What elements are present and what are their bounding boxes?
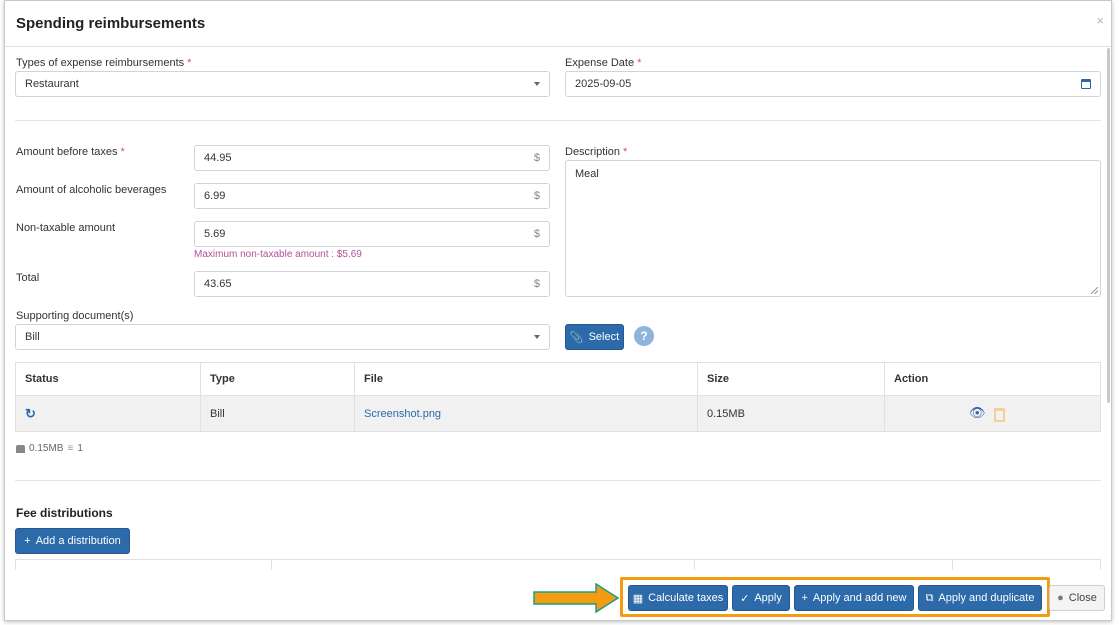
copy-icon: ⧉ [925,591,934,604]
document-type-select[interactable]: Bill [15,324,550,350]
calculator-icon: ▦ [632,592,644,605]
nontax-label: Non-taxable amount [16,222,116,234]
type-label-text: Types of expense reimbursements [16,57,185,69]
calculate-taxes-button[interactable]: ▦ Calculate taxes [628,585,728,611]
select-file-button[interactable]: 📎 Select [565,324,624,350]
plus-icon: + [801,592,808,604]
plus-icon: + [24,535,31,547]
dialog-header: Spending reimbursements × [5,1,1111,47]
status-cell: ↻ [15,395,201,432]
select-button-label: Select [588,331,620,343]
table-border [694,560,695,570]
required-mark: * [623,146,628,158]
distributions-table [15,559,1101,570]
add-distribution-button[interactable]: + Add a distribution [15,528,130,554]
files-icon: ≡ [67,443,74,454]
expense-type-value: Restaurant [25,78,79,90]
table-border [952,560,953,570]
amount-label: Amount before taxes * [16,146,125,158]
close-icon[interactable]: × [1096,13,1104,28]
apply-label: Apply [754,592,782,604]
calendar-icon[interactable] [1081,79,1091,89]
column-header-size: Size [697,362,885,396]
table-border [1100,560,1101,570]
amount-label-text: Amount before taxes [16,146,118,158]
column-header-action: Action [884,362,1101,396]
fee-distributions-title: Fee distributions [16,506,113,520]
column-header-type: Type [200,362,355,396]
add-distribution-label: Add a distribution [35,535,121,547]
type-label: Types of expense reimbursements * [16,57,191,69]
eye-icon[interactable]: 👁 [969,405,986,420]
trash-icon[interactable] [993,407,1005,422]
alcohol-value: 6.99 [204,190,226,202]
divider [15,480,1101,481]
table-border [271,560,272,570]
file-count: 1 [77,443,83,454]
column-header-status: Status [15,362,201,396]
paperclip-icon: 📎 [569,331,584,344]
help-icon[interactable]: ? [634,326,654,346]
doc-label: Supporting document(s) [16,310,134,322]
check-icon: ✓ [740,592,750,605]
table-border [15,560,16,570]
scrollbar[interactable] [1107,48,1110,403]
divider [15,120,1101,121]
dollar-icon: $ [533,228,540,240]
description-textarea[interactable]: Meal [565,160,1101,297]
expense-date-value: 2025-09-05 [575,78,632,90]
resize-handle-icon[interactable] [1091,287,1098,294]
type-cell: Bill [200,395,355,432]
weight-icon [16,444,25,453]
dollar-icon: $ [533,278,540,290]
document-stats: 0.15MB ≡ 1 [16,443,83,454]
amount-value: 44.95 [204,152,232,164]
expense-date-input[interactable]: 2025-09-05 [565,71,1101,97]
file-link[interactable]: Screenshot.png [364,408,441,420]
apply-add-new-label: Apply and add new [812,592,907,604]
date-label-text: Expense Date [565,57,635,69]
column-header-file: File [354,362,698,396]
chevron-down-icon [534,82,540,86]
description-label-text: Description [565,146,621,158]
required-mark: * [187,57,192,69]
close-circle-icon: ● [1057,592,1064,604]
close-button[interactable]: ● Close [1049,585,1105,611]
dialog-title: Spending reimbursements [16,15,206,32]
reimbursement-dialog: Spending reimbursements × Types of expen… [4,0,1112,621]
calculate-taxes-label: Calculate taxes [648,592,724,604]
expense-type-select[interactable]: Restaurant [15,71,550,97]
close-label: Close [1068,592,1097,604]
non-taxable-amount-input[interactable]: 5.69 $ [194,221,550,247]
nontax-hint: Maximum non-taxable amount : $5.69 [194,249,362,260]
documents-table: Status Type File Size Action ↻ Bill Scre… [15,362,1101,432]
apply-duplicate-label: Apply and duplicate [938,592,1035,604]
total-label: Total [16,272,40,284]
description-value: Meal [575,168,599,180]
apply-and-add-new-button[interactable]: + Apply and add new [794,585,914,611]
required-mark: * [637,57,642,69]
table-row: ↻ Bill Screenshot.png 0.15MB 👁 [15,395,1101,432]
alcohol-amount-input[interactable]: 6.99 $ [194,183,550,209]
total-value: 43.65 [204,278,232,290]
total-size: 0.15MB [29,443,64,454]
action-cell: 👁 [884,395,1101,432]
alcohol-label: Amount of alcoholic beverages [16,184,167,196]
size-cell: 0.15MB [697,395,885,432]
required-mark: * [120,146,125,158]
dollar-icon: $ [533,152,540,164]
dollar-icon: $ [533,190,540,202]
amount-before-taxes-input[interactable]: 44.95 $ [194,145,550,171]
date-label: Expense Date * [565,57,641,69]
chevron-down-icon [534,335,540,339]
description-label: Description * [565,146,627,158]
nontax-value: 5.69 [204,228,226,240]
apply-and-duplicate-button[interactable]: ⧉ Apply and duplicate [918,585,1042,611]
arrow-right-icon [533,583,619,613]
document-type-value: Bill [25,331,40,343]
total-input[interactable]: 43.65 $ [194,271,550,297]
file-cell: Screenshot.png [354,395,698,432]
refresh-icon[interactable]: ↻ [25,406,36,421]
apply-button[interactable]: ✓ Apply [732,585,790,611]
